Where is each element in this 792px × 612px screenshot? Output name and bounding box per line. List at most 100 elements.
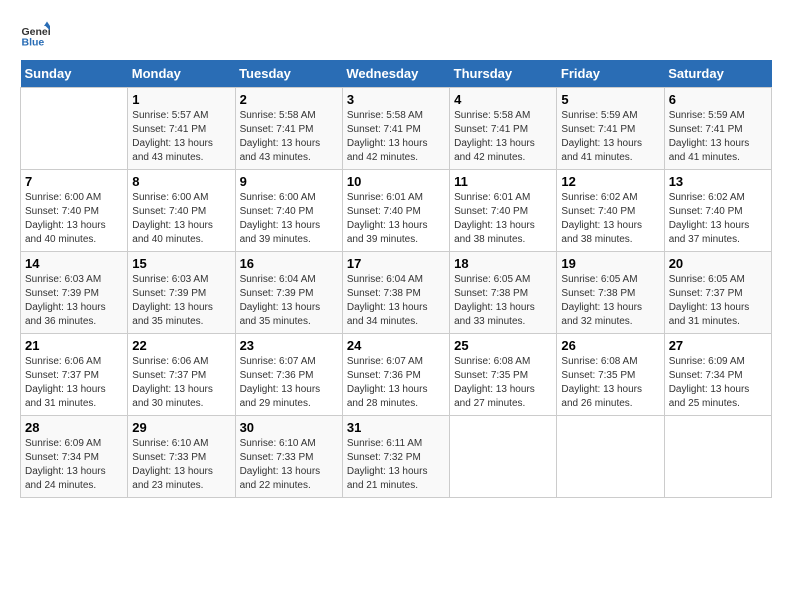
day-header-wednesday: Wednesday (342, 60, 449, 88)
calendar-cell: 1 Sunrise: 5:57 AM Sunset: 7:41 PM Daylig… (128, 88, 235, 170)
day-number: 7 (25, 174, 123, 189)
day-info: Sunrise: 6:10 AM Sunset: 7:33 PM Dayligh… (240, 437, 338, 493)
day-number: 23 (240, 338, 338, 353)
day-number: 5 (561, 92, 659, 107)
calendar-cell: 24 Sunrise: 6:07 AM Sunset: 7:36 PM Dayli… (342, 334, 449, 416)
day-number: 3 (347, 92, 445, 107)
day-info: Sunrise: 6:05 AM Sunset: 7:37 PM Dayligh… (669, 273, 767, 329)
day-number: 14 (25, 256, 123, 271)
day-info: Sunrise: 6:00 AM Sunset: 7:40 PM Dayligh… (25, 191, 123, 247)
day-info: Sunrise: 6:02 AM Sunset: 7:40 PM Dayligh… (669, 191, 767, 247)
calendar-table: SundayMondayTuesdayWednesdayThursdayFrid… (20, 60, 772, 498)
day-info: Sunrise: 6:02 AM Sunset: 7:40 PM Dayligh… (561, 191, 659, 247)
day-number: 30 (240, 420, 338, 435)
day-number: 21 (25, 338, 123, 353)
calendar-cell: 18 Sunrise: 6:05 AM Sunset: 7:38 PM Dayli… (450, 252, 557, 334)
calendar-cell: 14Sunrise: 6:03 AM Sunset: 7:39 PM Dayli… (21, 252, 128, 334)
day-info: Sunrise: 6:00 AM Sunset: 7:40 PM Dayligh… (132, 191, 230, 247)
day-number: 6 (669, 92, 767, 107)
day-header-sunday: Sunday (21, 60, 128, 88)
day-number: 22 (132, 338, 230, 353)
calendar-cell: 8 Sunrise: 6:00 AM Sunset: 7:40 PM Daylig… (128, 170, 235, 252)
calendar-week-row: 28 Sunrise: 6:09 AM Sunset: 7:34 PM Dayli… (21, 416, 772, 498)
day-number: 19 (561, 256, 659, 271)
day-info: Sunrise: 6:00 AM Sunset: 7:40 PM Dayligh… (240, 191, 338, 247)
calendar-cell: 23 Sunrise: 6:07 AM Sunset: 7:36 PM Dayli… (235, 334, 342, 416)
calendar-header-row: SundayMondayTuesdayWednesdayThursdayFrid… (21, 60, 772, 88)
day-number: 18 (454, 256, 552, 271)
day-info: Sunrise: 6:04 AM Sunset: 7:39 PM Dayligh… (240, 273, 338, 329)
calendar-week-row: 14 Sunrise: 6:03 AM Sunset: 7:39 PM Dayli… (21, 252, 772, 334)
day-number: 27 (669, 338, 767, 353)
calendar-cell: 26Sunrise: 6:08 AM Sunset: 7:35 PM Dayli… (557, 334, 664, 416)
calendar-week-row: 7 Sunrise: 6:00 AM Sunset: 7:40 PM Daylig… (21, 170, 772, 252)
calendar-cell: 31 Sunrise: 6:11 AM Sunset: 7:32 PM Dayli… (342, 416, 449, 498)
day-header-tuesday: Tuesday (235, 60, 342, 88)
calendar-cell: 10 Sunrise: 6:01 AM Sunset: 7:40 PM Dayli… (342, 170, 449, 252)
calendar-cell: 2Sunrise: 5:58 AM Sunset: 7:41 PM Daylig… (235, 88, 342, 170)
calendar-cell: 22 Sunrise: 6:06 AM Sunset: 7:37 PM Dayli… (128, 334, 235, 416)
calendar-week-row: 1 Sunrise: 5:57 AM Sunset: 7:41 PM Daylig… (21, 88, 772, 170)
day-info: Sunrise: 6:04 AM Sunset: 7:38 PM Dayligh… (347, 273, 445, 329)
day-info: Sunrise: 6:03 AM Sunset: 7:39 PM Dayligh… (132, 273, 230, 329)
day-info: Sunrise: 6:01 AM Sunset: 7:40 PM Dayligh… (347, 191, 445, 247)
day-number: 20 (669, 256, 767, 271)
day-number: 17 (347, 256, 445, 271)
day-info: Sunrise: 5:59 AM Sunset: 7:41 PM Dayligh… (561, 109, 659, 165)
calendar-cell: 7 Sunrise: 6:00 AM Sunset: 7:40 PM Daylig… (21, 170, 128, 252)
day-info: Sunrise: 6:05 AM Sunset: 7:38 PM Dayligh… (561, 273, 659, 329)
day-header-saturday: Saturday (664, 60, 771, 88)
day-number: 2 (240, 92, 338, 107)
day-number: 31 (347, 420, 445, 435)
calendar-cell: 17 Sunrise: 6:04 AM Sunset: 7:38 PM Dayli… (342, 252, 449, 334)
day-number: 15 (132, 256, 230, 271)
day-info: Sunrise: 6:09 AM Sunset: 7:34 PM Dayligh… (669, 355, 767, 411)
calendar-cell (450, 416, 557, 498)
calendar-cell: 11 Sunrise: 6:01 AM Sunset: 7:40 PM Dayli… (450, 170, 557, 252)
calendar-cell: 12Sunrise: 6:02 AM Sunset: 7:40 PM Dayli… (557, 170, 664, 252)
calendar-cell: 29Sunrise: 6:10 AM Sunset: 7:33 PM Dayli… (128, 416, 235, 498)
day-number: 28 (25, 420, 123, 435)
day-info: Sunrise: 5:57 AM Sunset: 7:41 PM Dayligh… (132, 109, 230, 165)
day-number: 16 (240, 256, 338, 271)
calendar-cell: 16 Sunrise: 6:04 AM Sunset: 7:39 PM Dayli… (235, 252, 342, 334)
calendar-cell: 21 Sunrise: 6:06 AM Sunset: 7:37 PM Dayli… (21, 334, 128, 416)
day-header-friday: Friday (557, 60, 664, 88)
day-info: Sunrise: 5:58 AM Sunset: 7:41 PM Dayligh… (454, 109, 552, 165)
calendar-week-row: 21 Sunrise: 6:06 AM Sunset: 7:37 PM Dayli… (21, 334, 772, 416)
page-header: General Blue (20, 20, 772, 50)
day-info: Sunrise: 6:07 AM Sunset: 7:36 PM Dayligh… (347, 355, 445, 411)
calendar-cell: 9 Sunrise: 6:00 AM Sunset: 7:40 PM Daylig… (235, 170, 342, 252)
day-info: Sunrise: 6:06 AM Sunset: 7:37 PM Dayligh… (25, 355, 123, 411)
day-info: Sunrise: 6:08 AM Sunset: 7:35 PM Dayligh… (454, 355, 552, 411)
calendar-cell (557, 416, 664, 498)
day-info: Sunrise: 6:09 AM Sunset: 7:34 PM Dayligh… (25, 437, 123, 493)
day-info: Sunrise: 6:11 AM Sunset: 7:32 PM Dayligh… (347, 437, 445, 493)
day-info: Sunrise: 6:05 AM Sunset: 7:38 PM Dayligh… (454, 273, 552, 329)
day-header-thursday: Thursday (450, 60, 557, 88)
day-info: Sunrise: 5:58 AM Sunset: 7:41 PM Dayligh… (347, 109, 445, 165)
calendar-cell: 28 Sunrise: 6:09 AM Sunset: 7:34 PM Dayli… (21, 416, 128, 498)
day-number: 9 (240, 174, 338, 189)
day-info: Sunrise: 6:06 AM Sunset: 7:37 PM Dayligh… (132, 355, 230, 411)
day-number: 13 (669, 174, 767, 189)
day-number: 10 (347, 174, 445, 189)
day-number: 26 (561, 338, 659, 353)
day-number: 1 (132, 92, 230, 107)
day-info: Sunrise: 6:01 AM Sunset: 7:40 PM Dayligh… (454, 191, 552, 247)
calendar-cell: 25 Sunrise: 6:08 AM Sunset: 7:35 PM Dayli… (450, 334, 557, 416)
svg-text:Blue: Blue (22, 37, 45, 49)
calendar-cell: 30 Sunrise: 6:10 AM Sunset: 7:33 PM Dayli… (235, 416, 342, 498)
day-number: 25 (454, 338, 552, 353)
day-number: 8 (132, 174, 230, 189)
logo: General Blue (20, 20, 50, 50)
day-number: 11 (454, 174, 552, 189)
calendar-cell (664, 416, 771, 498)
calendar-cell: 15 Sunrise: 6:03 AM Sunset: 7:39 PM Dayli… (128, 252, 235, 334)
calendar-cell: 19 Sunrise: 6:05 AM Sunset: 7:38 PM Dayli… (557, 252, 664, 334)
calendar-cell: 4 Sunrise: 5:58 AM Sunset: 7:41 PM Daylig… (450, 88, 557, 170)
day-number: 4 (454, 92, 552, 107)
day-info: Sunrise: 6:07 AM Sunset: 7:36 PM Dayligh… (240, 355, 338, 411)
calendar-cell: 3 Sunrise: 5:58 AM Sunset: 7:41 PM Daylig… (342, 88, 449, 170)
day-number: 24 (347, 338, 445, 353)
